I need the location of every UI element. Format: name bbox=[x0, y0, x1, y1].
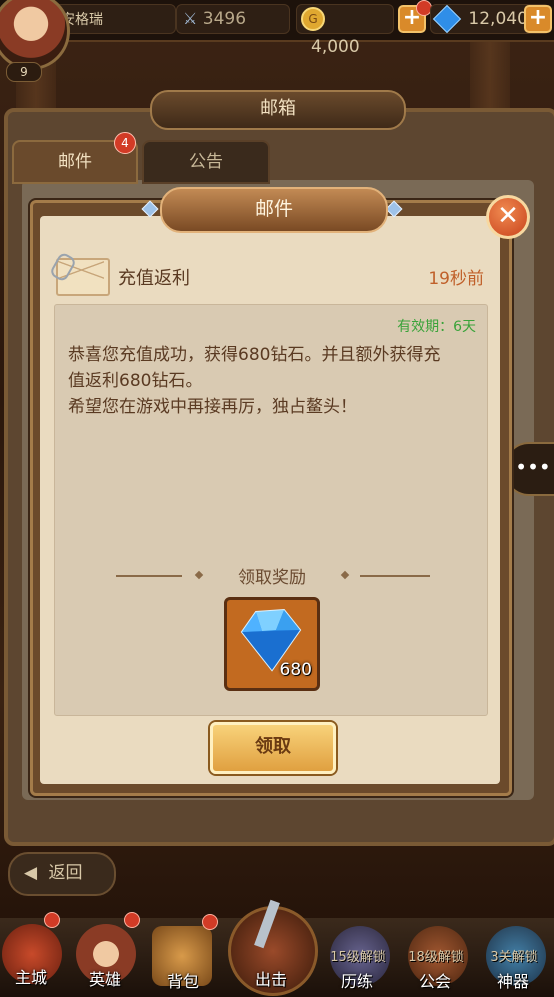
notification-dot bbox=[202, 914, 218, 930]
mail-time: 19秒前 bbox=[428, 269, 484, 289]
nav-guild-lock: 18级解锁 bbox=[408, 950, 464, 965]
back-button[interactable]: ◀ 返回 bbox=[8, 852, 116, 896]
reward-quantity: 680 bbox=[279, 660, 312, 680]
gold-coin-icon: G bbox=[301, 7, 325, 31]
back-label: 返回 bbox=[48, 863, 83, 883]
divider-right bbox=[360, 575, 430, 577]
mail-count-badge: 4 bbox=[114, 132, 136, 154]
nav-attack-label: 出击 bbox=[254, 970, 287, 989]
mail-body-line: 希望您在游戏中再接再厉，独占鳌头！ bbox=[68, 397, 357, 417]
background-pillar bbox=[470, 40, 510, 110]
close-icon: ✕ bbox=[497, 201, 519, 231]
power-value: 3496 bbox=[202, 9, 247, 29]
add-diamond-button[interactable]: + bbox=[524, 5, 552, 33]
nav-training-label: 历练 bbox=[340, 972, 373, 991]
chat-dots-icon: ••• bbox=[515, 455, 551, 479]
divider-left bbox=[116, 575, 182, 577]
nav-hero-label: 英雄 bbox=[88, 970, 121, 989]
power-pill: ⚔ 3496 bbox=[176, 4, 290, 34]
player-level-badge: 9 bbox=[6, 62, 42, 82]
nav-guild-label: 公会 bbox=[418, 972, 451, 991]
mail-validity: 有效期：6天 bbox=[397, 319, 476, 335]
diamond-icon bbox=[432, 4, 462, 34]
nav-artifact-label: 神器 bbox=[496, 972, 529, 991]
mail-body: 恭喜您充值成功，获得680钻石。并且额外获得充 值返利680钻石。 希望您在游戏… bbox=[68, 342, 480, 420]
diamond-value: 12,040 bbox=[468, 9, 528, 29]
modal-title: 邮件 bbox=[160, 187, 388, 233]
gold-value: 4,000 bbox=[311, 37, 360, 57]
arrow-left-icon: ◀ bbox=[24, 863, 38, 883]
mail-body-line: 值返利680钻石。 bbox=[68, 371, 203, 391]
notification-dot bbox=[44, 912, 60, 928]
notification-dot bbox=[124, 912, 140, 928]
reward-label: 领取奖励 bbox=[238, 568, 306, 588]
tab-announcement[interactable]: 公告 bbox=[142, 140, 270, 184]
mail-body-line: 恭喜您充值成功，获得680钻石。并且额外获得充 bbox=[68, 345, 441, 365]
mail-subject: 充值返利 bbox=[118, 268, 190, 289]
nav-bag-label: 背包 bbox=[166, 972, 199, 991]
nav-artifact-lock: 3关解锁 bbox=[490, 950, 538, 965]
close-button[interactable]: ✕ bbox=[486, 195, 530, 239]
player-name-pill: 安格瑞 bbox=[54, 4, 176, 34]
swords-icon: ⚔ bbox=[183, 9, 198, 28]
gold-pill: G 4,000 bbox=[296, 4, 394, 57]
mailbox-title: 邮箱 bbox=[150, 90, 406, 130]
claim-button[interactable]: 领取 bbox=[210, 722, 336, 774]
nav-training-lock: 15级解锁 bbox=[330, 950, 386, 965]
nav-main-city-label: 主城 bbox=[14, 968, 47, 987]
